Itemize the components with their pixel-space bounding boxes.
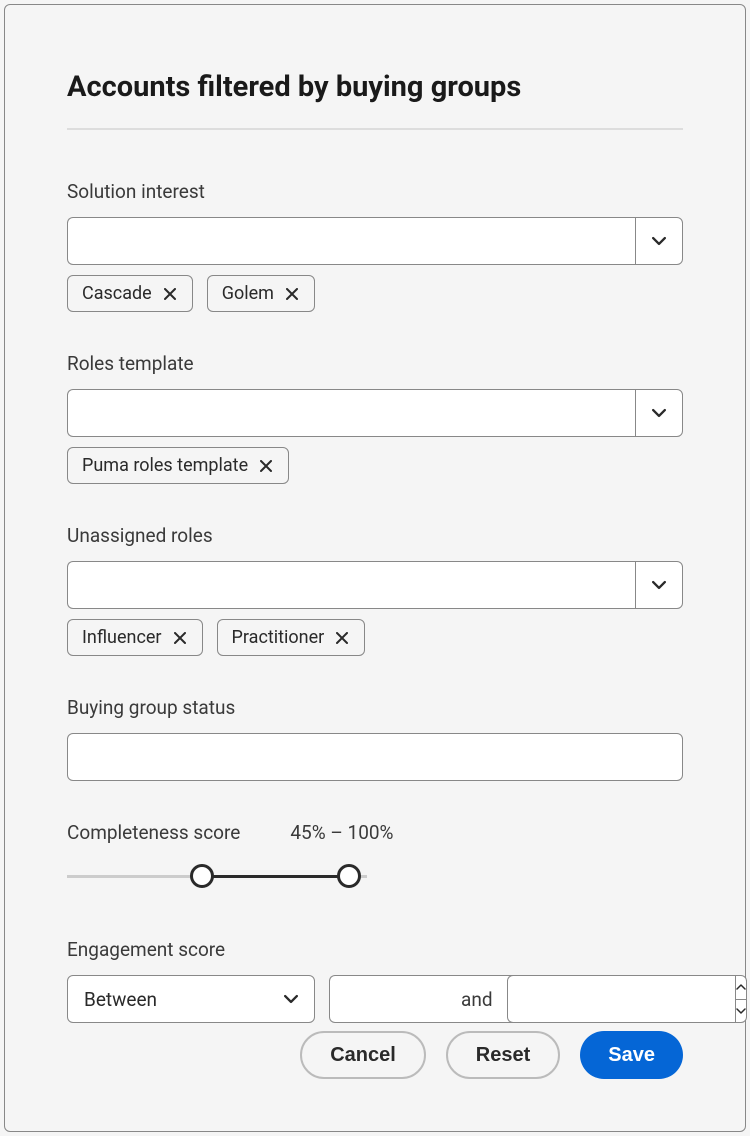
value2-step-down[interactable] — [735, 999, 747, 1024]
engagement-operator-select[interactable]: Between — [67, 975, 315, 1023]
tag-golem: Golem — [207, 275, 315, 312]
unassigned-roles-group: Unassigned roles Influencer Practitioner — [67, 524, 683, 656]
close-icon — [164, 288, 176, 300]
unassigned-roles-toggle[interactable] — [635, 561, 683, 609]
tag-practitioner: Practitioner — [217, 619, 366, 656]
completeness-score-label: Completeness score — [67, 821, 240, 844]
roles-template-tags: Puma roles template — [67, 447, 683, 484]
close-icon — [336, 632, 348, 644]
engagement-value2-input[interactable] — [507, 975, 735, 1023]
engagement-score-group: Engagement score Between and — [67, 938, 683, 1023]
roles-template-toggle[interactable] — [635, 389, 683, 437]
roles-template-group: Roles template Puma roles template — [67, 352, 683, 484]
completeness-score-value: 45% – 100% — [290, 821, 393, 844]
tag-label: Influencer — [82, 627, 162, 648]
roles-template-select[interactable] — [67, 389, 683, 437]
roles-template-label: Roles template — [67, 352, 683, 375]
and-label: and — [461, 988, 493, 1011]
title-divider — [67, 128, 683, 130]
engagement-value2-wrapper — [507, 975, 625, 1023]
unassigned-roles-tags: Influencer Practitioner — [67, 619, 683, 656]
chevron-down-icon — [652, 578, 666, 592]
close-icon — [260, 460, 272, 472]
slider-handle-max[interactable] — [337, 864, 361, 888]
chevron-up-icon — [736, 982, 746, 992]
solution-interest-tags: Cascade Golem — [67, 275, 683, 312]
engagement-value1-wrapper — [329, 975, 447, 1023]
cancel-button[interactable]: Cancel — [300, 1031, 426, 1079]
tag-influencer: Influencer — [67, 619, 203, 656]
close-icon — [174, 632, 186, 644]
completeness-score-group: Completeness score 45% – 100% — [67, 821, 683, 888]
filter-modal: Accounts filtered by buying groups Solut… — [4, 4, 746, 1132]
roles-template-input[interactable] — [67, 389, 635, 437]
tag-label: Puma roles template — [82, 455, 248, 476]
tag-close-influencer[interactable] — [172, 630, 188, 646]
tag-cascade: Cascade — [67, 275, 193, 312]
unassigned-roles-label: Unassigned roles — [67, 524, 683, 547]
operator-value: Between — [84, 988, 284, 1011]
slider-fill — [202, 875, 349, 878]
tag-label: Practitioner — [232, 627, 325, 648]
tag-label: Golem — [222, 283, 274, 304]
chevron-down-icon — [736, 1006, 746, 1016]
tag-puma-roles: Puma roles template — [67, 447, 289, 484]
slider-handle-min[interactable] — [190, 864, 214, 888]
buying-group-status-input[interactable] — [67, 733, 683, 781]
unassigned-roles-select[interactable] — [67, 561, 683, 609]
close-icon — [286, 288, 298, 300]
solution-interest-input[interactable] — [67, 217, 635, 265]
chevron-down-icon — [652, 406, 666, 420]
value2-step-up[interactable] — [735, 975, 747, 999]
tag-close-puma[interactable] — [258, 458, 274, 474]
tag-label: Cascade — [82, 283, 152, 304]
solution-interest-group: Solution interest Cascade Golem — [67, 180, 683, 312]
tag-close-cascade[interactable] — [162, 286, 178, 302]
save-button[interactable]: Save — [580, 1031, 683, 1079]
completeness-slider[interactable] — [67, 864, 367, 888]
chevron-down-icon — [652, 234, 666, 248]
solution-interest-label: Solution interest — [67, 180, 683, 203]
engagement-score-label: Engagement score — [67, 938, 683, 961]
solution-interest-toggle[interactable] — [635, 217, 683, 265]
buying-group-status-label: Buying group status — [67, 696, 683, 719]
tag-close-golem[interactable] — [284, 286, 300, 302]
page-title: Accounts filtered by buying groups — [67, 70, 683, 104]
solution-interest-select[interactable] — [67, 217, 683, 265]
buying-group-status-group: Buying group status — [67, 696, 683, 781]
unassigned-roles-input[interactable] — [67, 561, 635, 609]
reset-button[interactable]: Reset — [446, 1031, 560, 1079]
action-buttons: Cancel Reset Save — [300, 1031, 683, 1079]
chevron-down-icon — [284, 992, 298, 1006]
tag-close-practitioner[interactable] — [334, 630, 350, 646]
